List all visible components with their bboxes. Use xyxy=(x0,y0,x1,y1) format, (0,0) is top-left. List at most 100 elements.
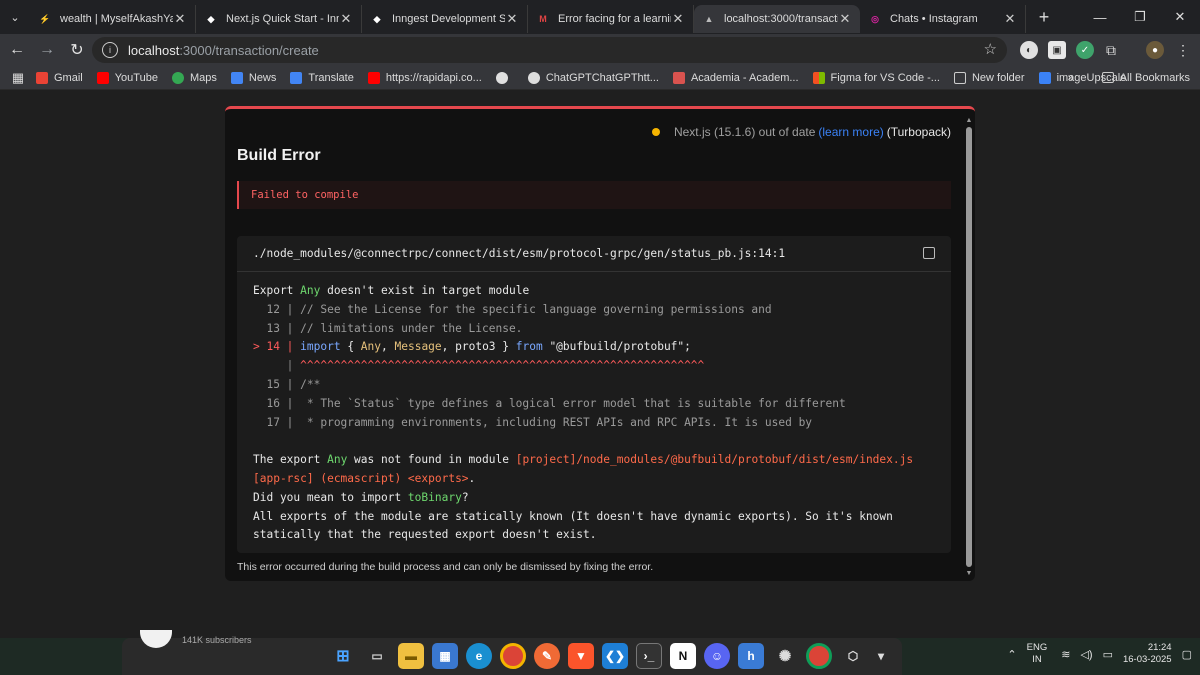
clock[interactable]: 21:24 16-03-2025 xyxy=(1123,642,1172,666)
youtube-icon xyxy=(367,71,380,84)
tray-chevron-up-icon[interactable]: ⌃ xyxy=(1007,648,1016,661)
version-text: Next.js (15.1.6) out of date xyxy=(673,125,816,139)
bookmark-label: Figma for VS Code -... xyxy=(830,71,940,84)
bookmark-label: ChatGPTChatGPThtt... xyxy=(545,71,659,84)
brave-icon[interactable]: ▼ xyxy=(568,643,594,669)
bookmarks-right: » All Bookmarks xyxy=(1068,72,1190,84)
all-bookmarks-link[interactable]: All Bookmarks xyxy=(1120,72,1190,84)
message-line: All exports of the module are statically… xyxy=(253,509,893,523)
message-line: statically that the requested export doe… xyxy=(253,528,597,542)
folder-icon xyxy=(1101,72,1114,83)
file-path[interactable]: ./node_modules/@connectrpc/connect/dist/… xyxy=(253,247,785,260)
task-view-icon[interactable]: ▭ xyxy=(364,643,390,669)
scrollbar-thumb[interactable] xyxy=(966,127,972,567)
address-bar[interactable]: i localhost:3000/transaction/create ☆ xyxy=(92,37,1007,63)
extension-icon-2[interactable]: ▣ xyxy=(1048,41,1066,59)
volume-icon[interactable]: ◁) xyxy=(1080,648,1092,661)
fail-message: Failed to compile xyxy=(237,181,951,209)
browser-toolbar: ← → ↻ i localhost:3000/transaction/creat… xyxy=(0,34,1200,66)
app-icon[interactable]: ⬡ xyxy=(840,643,866,669)
bookmark-figma[interactable]: Figma for VS Code -... xyxy=(812,71,940,84)
forward-icon[interactable]: → xyxy=(32,35,62,65)
extension-icon-1[interactable]: ◐ xyxy=(1020,41,1038,59)
pen-app-icon[interactable]: ✎ xyxy=(534,643,560,669)
bookmark-academia[interactable]: Academia - Academ... xyxy=(672,71,799,84)
bookmark-news[interactable]: News xyxy=(230,71,276,84)
code-frame: ./node_modules/@connectrpc/connect/dist/… xyxy=(237,236,951,553)
chrome-profile-icon[interactable] xyxy=(806,643,832,669)
windows-start-icon[interactable]: ⊞ xyxy=(330,643,356,669)
tab-search-chevron-icon[interactable]: ⌄ xyxy=(0,0,30,34)
close-icon[interactable]: ✕ xyxy=(339,11,353,27)
tab-title: Chats • Instagram xyxy=(890,13,978,25)
apps-grid-icon[interactable]: ▦ xyxy=(0,70,36,86)
extensions-puzzle-icon[interactable]: ⧉ xyxy=(1102,41,1120,59)
close-icon[interactable]: ✕ xyxy=(671,11,685,27)
extension-icon-3[interactable]: ✓ xyxy=(1076,41,1094,59)
dialog-scrollbar[interactable]: ▲ ▼ xyxy=(965,117,973,577)
notion-icon[interactable]: N xyxy=(670,643,696,669)
notification-icon[interactable]: ▢ xyxy=(1182,648,1192,661)
store-icon[interactable]: ▦ xyxy=(432,643,458,669)
gmail-icon xyxy=(36,71,48,84)
tab-0[interactable]: ⚡ wealth | MyselfAkashYadav ✕ xyxy=(30,5,196,33)
new-tab-button[interactable]: + xyxy=(1030,7,1058,28)
bookmark-unnamed[interactable] xyxy=(495,71,514,84)
restore-icon[interactable]: ❐ xyxy=(1120,0,1160,34)
bookmarks-overflow-icon[interactable]: » xyxy=(1068,72,1074,84)
overflow-chevron-icon[interactable]: ▾ xyxy=(874,643,888,669)
language-code: ENG xyxy=(1026,642,1048,653)
tab-5[interactable]: ◎ Chats • Instagram ✕ xyxy=(860,5,1026,33)
bookmark-chatgpt[interactable]: ChatGPTChatGPThtt... xyxy=(527,71,659,84)
vscode-icon[interactable]: ❮❯ xyxy=(602,643,628,669)
battery-icon[interactable]: ▭ xyxy=(1103,648,1113,661)
scroll-down-icon[interactable]: ▼ xyxy=(965,570,973,577)
terminal-icon[interactable]: ›_ xyxy=(636,643,662,669)
tab-title: Error facing for a learning xyxy=(558,13,671,25)
h-app-icon[interactable]: h xyxy=(738,643,764,669)
edge-icon[interactable]: e xyxy=(466,643,492,669)
wifi-icon[interactable]: ≋ xyxy=(1061,648,1070,661)
close-window-icon[interactable]: ✕ xyxy=(1160,0,1200,34)
chrome-icon[interactable] xyxy=(500,643,526,669)
close-icon[interactable]: ✕ xyxy=(173,11,187,27)
bookmark-rapidapi[interactable]: https://rapidapi.co... xyxy=(367,71,482,84)
translate-icon xyxy=(290,71,303,84)
file-explorer-icon[interactable]: ▬ xyxy=(398,643,424,669)
tab-2[interactable]: ◆ Inngest Development Serv ✕ xyxy=(362,5,528,33)
close-icon[interactable]: ✕ xyxy=(838,11,852,27)
settings-icon[interactable]: ✺ xyxy=(772,643,798,669)
code-line: 13 | // limitations under the License. xyxy=(253,321,523,335)
language-indicator[interactable]: ENG IN xyxy=(1027,642,1048,666)
system-tray: ⌃ ENG IN ≋ ◁) ▭ 21:24 16-03-2025 ▢ xyxy=(1007,642,1192,666)
chrome-menu-icon[interactable]: ⋮ xyxy=(1174,41,1192,59)
site-info-icon[interactable]: i xyxy=(102,42,118,58)
scroll-up-icon[interactable]: ▲ xyxy=(965,117,973,124)
chatgpt-icon xyxy=(527,71,540,84)
learn-more-link[interactable]: (learn more) xyxy=(818,125,883,139)
bookmark-label: Academia - Academ... xyxy=(690,71,799,84)
profile-avatar[interactable]: ● xyxy=(1146,41,1164,59)
close-icon[interactable]: ✕ xyxy=(505,11,519,27)
minimize-icon[interactable]: — xyxy=(1080,0,1120,34)
tab-1[interactable]: ◆ Next.js Quick Start - Innge ✕ xyxy=(196,5,362,33)
folder-icon xyxy=(953,71,966,84)
bookmark-star-icon[interactable]: ☆ xyxy=(984,40,997,58)
bookmark-maps[interactable]: Maps xyxy=(171,71,217,84)
tab-3[interactable]: M Error facing for a learning ✕ xyxy=(528,5,694,33)
discord-icon[interactable]: ☺ xyxy=(704,643,730,669)
nextjs-icon: ▲ xyxy=(704,14,714,24)
reload-icon[interactable]: ↻ xyxy=(62,35,92,65)
bookmark-gmail[interactable]: Gmail xyxy=(36,71,83,84)
dialog-footer: This error occurred during the build pro… xyxy=(237,561,654,573)
tab-4[interactable]: ▲ localhost:3000/transaction ✕ xyxy=(694,5,860,33)
close-icon[interactable]: ✕ xyxy=(1003,11,1017,27)
channel-avatar xyxy=(140,630,172,648)
bookmark-translate[interactable]: Translate xyxy=(290,71,354,84)
bookmark-youtube[interactable]: YouTube xyxy=(96,71,158,84)
open-in-editor-icon[interactable] xyxy=(923,247,935,259)
back-icon[interactable]: ← xyxy=(2,35,32,65)
bookmark-new-folder[interactable]: New folder xyxy=(953,71,1025,84)
bolt-icon: ⚡ xyxy=(39,13,51,24)
clock-date: 16-03-2025 xyxy=(1122,654,1172,665)
